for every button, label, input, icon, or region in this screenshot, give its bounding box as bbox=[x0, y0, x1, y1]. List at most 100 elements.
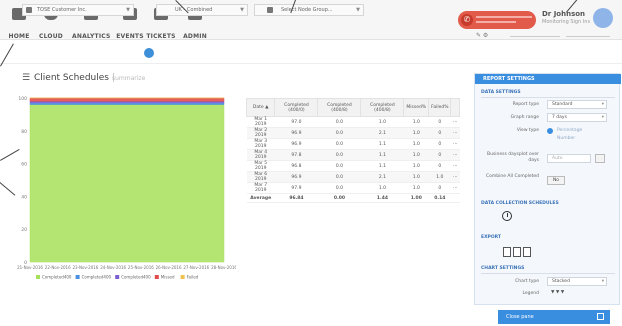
legend-label: Legend bbox=[522, 291, 539, 296]
percentage-radio[interactable] bbox=[547, 128, 553, 134]
graph-range-label: Graph range bbox=[510, 115, 539, 120]
table-cell: 0.0 bbox=[317, 127, 361, 139]
chart-settings-title: CHART SETTINGS bbox=[481, 266, 525, 271]
table-cell: Mar 1 2019 bbox=[246, 116, 275, 128]
legend-swatch bbox=[180, 275, 185, 279]
page-subtitle: summarize bbox=[112, 75, 146, 82]
row-actions-button[interactable]: ⋯ bbox=[450, 171, 460, 183]
report-type-select[interactable]: Standard ▾ bbox=[547, 100, 607, 109]
table-cell: 0.0 bbox=[317, 182, 361, 194]
number-radio-label[interactable]: Number bbox=[557, 136, 575, 141]
table-header-cell[interactable]: Date ▲ bbox=[245, 98, 276, 117]
row-actions-button[interactable]: ⋯ bbox=[450, 138, 460, 150]
x-tick-label: 22-Nov-2016 bbox=[45, 265, 71, 270]
row-actions-button[interactable]: ⋯ bbox=[450, 160, 460, 172]
divider bbox=[481, 97, 615, 98]
graph-range-select[interactable]: 7 days ▾ bbox=[547, 113, 607, 122]
search-input[interactable] bbox=[510, 31, 560, 37]
legend-swatch bbox=[75, 275, 80, 279]
y-tick-label: 40 bbox=[21, 194, 27, 200]
data-collection-title: DATA COLLECTION SCHEDULES bbox=[481, 201, 559, 206]
view-type-label: View type bbox=[516, 128, 539, 133]
search-input-secondary[interactable] bbox=[566, 31, 610, 37]
schedules-table: Date ▲ Completed (400/0) Completed (400/8)… bbox=[245, 98, 460, 203]
table-cell: 1.0 bbox=[360, 182, 404, 194]
table-cell: 0 bbox=[428, 182, 451, 194]
chevron-down-icon: ▾ bbox=[601, 279, 604, 284]
report-settings-panel: REPORT SETTINGS DATA SETTINGS Report typ… bbox=[474, 73, 621, 305]
legend-label: Completed400 bbox=[82, 275, 112, 280]
toolbar-icons[interactable]: ✎ ⚙ bbox=[476, 32, 488, 39]
table-cell: Mar 6 2019 bbox=[246, 171, 275, 183]
company-select[interactable]: TOSE Customer Inc. ▼ bbox=[22, 4, 134, 16]
row-actions-button[interactable]: ⋯ bbox=[450, 182, 460, 194]
clock-icon[interactable] bbox=[502, 211, 512, 221]
node-group-select[interactable]: Select Node Group... ▼ bbox=[254, 4, 364, 16]
user-subtitle: Monitoring Sign Ins bbox=[542, 19, 591, 25]
filter-bar bbox=[0, 44, 622, 64]
close-pane-button[interactable]: Close pane bbox=[498, 310, 610, 324]
row-actions-button[interactable]: ⋯ bbox=[450, 127, 460, 139]
legend-position-control[interactable]: ▼ ▼ ▼ bbox=[547, 289, 587, 298]
table-cell: 0.00 bbox=[317, 193, 361, 203]
y-tick-label: 20 bbox=[21, 227, 27, 233]
chevron-down-icon: ▼ bbox=[126, 7, 130, 13]
table-cell: 0 bbox=[428, 160, 451, 172]
table-cell: 0 bbox=[428, 138, 451, 150]
table-cell: 96.9 bbox=[274, 127, 318, 139]
report-type-label: Report type bbox=[512, 102, 539, 107]
business-days-toggle[interactable] bbox=[595, 154, 605, 163]
table-cell: 0.0 bbox=[317, 116, 361, 128]
series-area-0 bbox=[29, 104, 225, 263]
building-icon bbox=[26, 7, 32, 13]
legend-label: Failed bbox=[187, 275, 199, 280]
table-cell: 1.0 bbox=[403, 182, 429, 194]
row-actions-button[interactable]: ⋯ bbox=[450, 116, 460, 128]
divider bbox=[481, 273, 615, 274]
x-tick-label: 21-Nov-2016 bbox=[17, 265, 43, 270]
table-cell: 0 bbox=[428, 116, 451, 128]
table-row: Mar 5 2019 96.8 0.0 1.1 1.0 0 ⋯ bbox=[246, 160, 460, 172]
globe-icon bbox=[144, 48, 154, 58]
avatar[interactable] bbox=[593, 8, 613, 28]
table-cell: 97.0 bbox=[274, 116, 318, 128]
row-actions-button[interactable]: ⋯ bbox=[450, 149, 460, 161]
table-cell: 96.84 bbox=[274, 193, 318, 203]
table-header-cell: Failed% bbox=[428, 98, 452, 117]
table-cell: 0.0 bbox=[317, 160, 361, 172]
x-tick-label: 25-Nov-2016 bbox=[128, 265, 154, 270]
table-cell: 2.1 bbox=[360, 171, 404, 183]
table-cell: Mar 7 2019 bbox=[246, 182, 275, 194]
table-cell: 1.0 bbox=[403, 149, 429, 161]
data-settings-title: DATA SETTINGS bbox=[481, 90, 521, 95]
x-tick-label: 27-Nov-2016 bbox=[183, 265, 209, 270]
export-image-icon[interactable] bbox=[523, 247, 531, 257]
table-cell bbox=[450, 193, 460, 203]
table-cell: 1.1 bbox=[360, 149, 404, 161]
table-cell: 0.0 bbox=[317, 171, 361, 183]
business-days-input[interactable]: Auto bbox=[547, 154, 591, 163]
menu-icon[interactable]: ☰ bbox=[22, 73, 30, 83]
table-cell: 96.8 bbox=[274, 160, 318, 172]
table-row: Mar 6 2019 96.9 0.0 2.1 1.0 1.0 ⋯ bbox=[246, 171, 460, 183]
combine-completed-toggle[interactable]: No bbox=[547, 176, 565, 185]
timezone-select[interactable]: UK - Combined ▼ bbox=[156, 4, 248, 16]
export-pdf-icon[interactable] bbox=[513, 247, 521, 257]
export-title: EXPORT bbox=[481, 235, 501, 240]
table-cell: 97.8 bbox=[274, 149, 318, 161]
export-csv-icon[interactable] bbox=[503, 247, 511, 257]
legend-swatch bbox=[115, 275, 120, 279]
table-cell: 1.44 bbox=[360, 193, 404, 203]
table-cell: 1.0 bbox=[428, 171, 451, 183]
chart-type-select[interactable]: Stacked ▾ bbox=[547, 277, 607, 286]
y-tick-label: 60 bbox=[21, 162, 27, 168]
combine-completed-label: Combine All Completed bbox=[486, 174, 539, 179]
chevron-down-icon: ▾ bbox=[601, 115, 604, 120]
y-tick-label: 100 bbox=[18, 96, 27, 102]
y-tick-label: 80 bbox=[21, 129, 27, 135]
table-cell: 1.0 bbox=[360, 116, 404, 128]
chevron-down-icon: ▼ bbox=[240, 7, 244, 13]
table-cell: 0.14 bbox=[428, 193, 451, 203]
call-button[interactable]: ✆ bbox=[458, 11, 536, 29]
schedules-chart: 10080604020021-Nov-2016 22-Nov-2016 23-Nov… bbox=[17, 96, 236, 280]
